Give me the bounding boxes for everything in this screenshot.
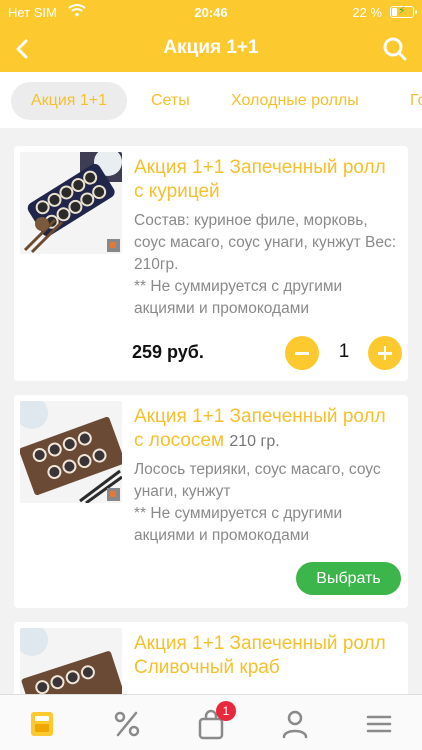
tab-cold-rolls[interactable]: Холодные роллы — [231, 82, 359, 120]
bag-icon[interactable]: 1 — [194, 701, 236, 741]
increase-quantity-button[interactable] — [368, 336, 402, 370]
product-image[interactable] — [20, 401, 122, 503]
menu-card-icon[interactable] — [25, 707, 59, 741]
image-badge-icon — [107, 239, 120, 252]
cart-badge: 1 — [216, 701, 236, 721]
image-badge-icon — [107, 488, 120, 501]
product-composition: Состав: куриное филе, морковь, соус маса… — [134, 212, 397, 273]
product-card[interactable]: Акция 1+1 Запеченный ролл с лососем 210 … — [14, 395, 408, 608]
decrease-quantity-button[interactable] — [285, 336, 319, 370]
top-bar: Нет SIM 20:46 22 % ⚡ Акция 1+1 — [0, 0, 422, 72]
product-composition: Лосось терияки, соус масаго, соус унаги,… — [134, 461, 381, 500]
product-name[interactable]: Акция 1+1 Запеченный ролл с лососем 210 … — [134, 405, 398, 454]
choose-button[interactable]: Выбрать — [296, 562, 401, 595]
product-note: ** Не суммируется с другими акциями и пр… — [134, 505, 343, 544]
product-name[interactable]: Акция 1+1 Запеченный ролл Сливочный краб — [134, 632, 398, 680]
page-title: Акция 1+1 — [163, 37, 259, 58]
percent-icon[interactable] — [110, 707, 144, 741]
user-icon[interactable] — [278, 707, 312, 741]
tab-promo-1plus1[interactable]: Акция 1+1 — [11, 82, 128, 120]
quantity-value: 1 — [338, 341, 350, 362]
status-bar: Нет SIM 20:46 22 % ⚡ — [0, 0, 422, 26]
product-description: Состав: куриное филе, морковь, соус маса… — [134, 210, 400, 320]
hamburger-icon[interactable] — [362, 707, 396, 741]
battery-icon: ⚡ — [390, 5, 417, 18]
product-card[interactable]: Акция 1+1 Запеченный ролл с курицей Сост… — [14, 146, 408, 381]
product-price: 259 руб. — [132, 342, 204, 362]
product-note: ** Не суммируется с другими акциями и пр… — [134, 278, 343, 317]
tab-sets[interactable]: Сеты — [151, 82, 190, 120]
tab-hot-rolls[interactable]: Го — [410, 82, 422, 120]
product-name[interactable]: Акция 1+1 Запеченный ролл с курицей — [134, 156, 398, 204]
category-tabs: Акция 1+1 Сеты Холодные роллы Го — [0, 72, 422, 128]
header: Акция 1+1 — [0, 26, 422, 72]
battery-percent: 22 % — [352, 5, 382, 20]
search-icon[interactable] — [378, 32, 412, 66]
product-weight: 210 гр. — [229, 433, 280, 450]
product-description: Лосось терияки, соус масаго, соус унаги,… — [134, 459, 400, 547]
bottom-nav: 1 — [0, 694, 422, 750]
product-image[interactable] — [20, 152, 122, 254]
